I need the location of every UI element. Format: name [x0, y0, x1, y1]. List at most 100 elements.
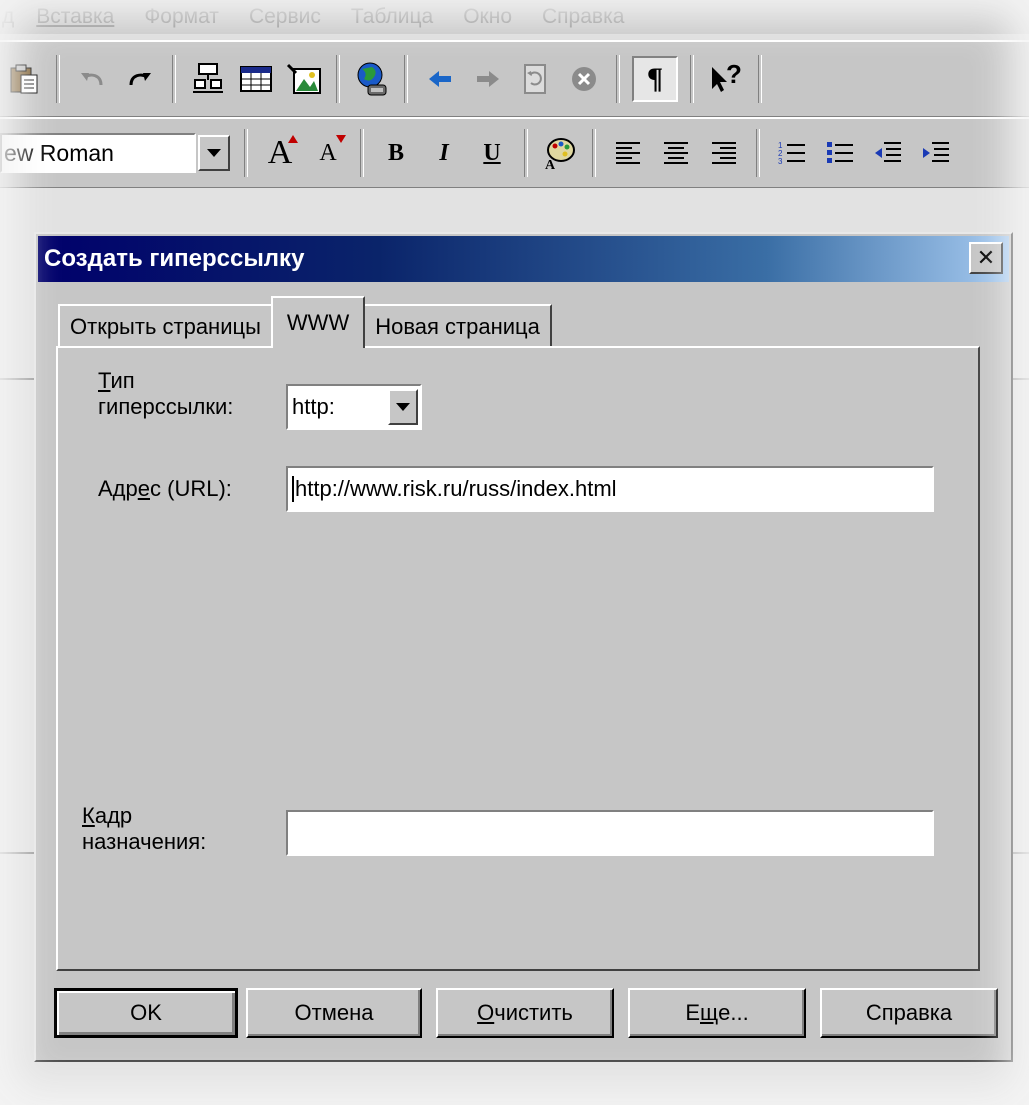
shrink-font-glyph: A: [319, 139, 337, 166]
font-name-field[interactable]: ew Roman: [0, 133, 196, 173]
forward-arrow-icon[interactable]: [468, 59, 508, 99]
table-icon[interactable]: [236, 59, 276, 99]
undo-icon[interactable]: [72, 59, 112, 99]
dialog-titlebar[interactable]: Создать гиперссылку ✕: [38, 236, 1009, 282]
decrease-indent-icon[interactable]: [868, 133, 908, 173]
cancel-button-label: Отмена: [294, 1000, 374, 1025]
help-question-glyph: ?: [726, 58, 742, 89]
bold-button[interactable]: B: [376, 133, 416, 173]
help-button-label: Справка: [865, 1000, 953, 1025]
toolbar-separator: [172, 55, 176, 103]
form-icon[interactable]: [188, 59, 228, 99]
stop-icon[interactable]: [564, 59, 604, 99]
target-frame-input[interactable]: [286, 810, 934, 856]
menu-item-window[interactable]: Окно: [463, 5, 512, 29]
help-pointer-icon[interactable]: ?: [706, 59, 746, 99]
svg-text:A: A: [545, 158, 556, 170]
ok-button-label: OK: [130, 1000, 162, 1025]
target-frame-label-line2: назначения:: [82, 829, 207, 854]
link-type-accel: Т: [98, 368, 111, 393]
shrink-font-button[interactable]: A: [308, 133, 348, 173]
document-link-fragment[interactable]: [6, 744, 34, 766]
link-type-label-line2: гиперссылки:: [98, 394, 234, 419]
more-button-accel: щ: [700, 1000, 719, 1025]
document-link-fragment[interactable]: [6, 702, 34, 724]
font-name-dropdown-button[interactable]: [198, 135, 230, 171]
italic-button[interactable]: I: [424, 133, 464, 173]
link-type-label-line1: ип: [110, 368, 135, 393]
toolbar-separator: [690, 55, 694, 103]
url-value: http://www.risk.ru/russ/index.html: [295, 476, 617, 501]
menu-item-tools[interactable]: Сервис: [249, 5, 321, 29]
menu-item-help[interactable]: Справка: [542, 5, 624, 29]
back-arrow-icon[interactable]: [420, 59, 460, 99]
tab-open-pages-label: Открыть страницы: [70, 314, 261, 339]
more-button-suffix: е...: [718, 1000, 749, 1025]
italic-glyph: I: [439, 139, 449, 166]
tab-new-page[interactable]: Новая страница: [363, 304, 552, 348]
help-button[interactable]: Справка: [820, 988, 998, 1038]
underline-button[interactable]: U: [472, 133, 512, 173]
grow-font-button[interactable]: A: [260, 133, 300, 173]
clear-button-label: чистить: [494, 1000, 573, 1025]
align-left-icon[interactable]: [608, 133, 648, 173]
increase-indent-icon[interactable]: [916, 133, 956, 173]
menu-item-format[interactable]: Формат: [144, 5, 219, 29]
clear-button[interactable]: Очистить: [436, 988, 614, 1038]
menu-item-table[interactable]: Таблица: [351, 5, 433, 29]
ok-button[interactable]: OK: [54, 988, 238, 1038]
url-input[interactable]: http://www.risk.ru/russ/index.html: [286, 466, 934, 512]
redo-icon[interactable]: [120, 59, 160, 99]
cancel-button[interactable]: Отмена: [246, 988, 422, 1038]
tab-new-page-label: Новая страница: [375, 314, 540, 339]
image-icon[interactable]: [284, 59, 324, 99]
align-right-icon[interactable]: [704, 133, 744, 173]
tab-open-pages[interactable]: Открыть страницы: [58, 304, 273, 348]
close-button[interactable]: ✕: [969, 242, 1003, 274]
underline-glyph: U: [483, 139, 501, 166]
chevron-down-icon: [396, 403, 410, 411]
more-button-prefix: Е: [685, 1000, 700, 1025]
refresh-icon[interactable]: [516, 59, 556, 99]
url-label-accel: е: [137, 476, 150, 501]
close-icon: ✕: [976, 245, 996, 270]
link-type-label: Тип гиперссылки:: [98, 368, 233, 420]
toolbar-separator: [616, 55, 620, 103]
menu-item-insert[interactable]: Вставка: [36, 5, 114, 29]
web-globe-icon[interactable]: [352, 59, 392, 99]
bold-glyph: B: [387, 139, 404, 166]
grow-font-triangle-icon: [288, 135, 298, 143]
toolbar-separator: [360, 129, 364, 177]
menu-bar: д Вставка Формат Сервис Таблица Окно Спр…: [0, 0, 1029, 34]
menu-item-view[interactable]: д: [2, 5, 14, 29]
more-button[interactable]: Ещ е...: [628, 988, 806, 1038]
target-frame-label-line1: адр: [94, 803, 133, 828]
url-label-suffix: с (URL):: [150, 476, 232, 501]
document-link-fragment[interactable]: [6, 662, 34, 684]
url-label-prefix: Адр: [98, 476, 138, 501]
www-tab-panel: Тип гиперссылки: http: Адрес (URL): http…: [56, 346, 980, 971]
toolbar-separator: [758, 55, 762, 103]
formatting-toolbar: ew Roman A A B I U A 123: [0, 117, 1029, 189]
tab-www[interactable]: WWW: [270, 296, 366, 348]
bulleted-list-icon[interactable]: [820, 133, 860, 173]
dialog-title: Создать гиперссылку: [44, 245, 305, 272]
clear-button-accel: О: [477, 1000, 495, 1025]
dialog-button-row: OK Отмена Очистить Ещ е... Справка: [54, 988, 998, 1040]
target-frame-accel: К: [82, 803, 95, 828]
toolbar-separator: [336, 55, 340, 103]
paste-icon[interactable]: [4, 59, 44, 99]
align-center-icon[interactable]: [656, 133, 696, 173]
numbered-list-icon[interactable]: 123: [772, 133, 812, 173]
chevron-down-icon: [207, 149, 221, 157]
paragraph-icon[interactable]: ¶: [632, 56, 678, 102]
toolbar-separator: [244, 129, 248, 177]
text-color-palette-icon[interactable]: A: [540, 133, 580, 173]
toolbar-separator: [56, 55, 60, 103]
link-type-select[interactable]: http:: [286, 384, 422, 430]
target-frame-label: Кадр назначения:: [82, 803, 206, 855]
toolbar-separator: [756, 129, 760, 177]
create-hyperlink-dialog: Создать гиперссылку ✕ Открыть страницы W…: [34, 232, 1013, 1062]
link-type-dropdown-button[interactable]: [388, 389, 418, 425]
document-link-fragment[interactable]: [6, 572, 34, 594]
